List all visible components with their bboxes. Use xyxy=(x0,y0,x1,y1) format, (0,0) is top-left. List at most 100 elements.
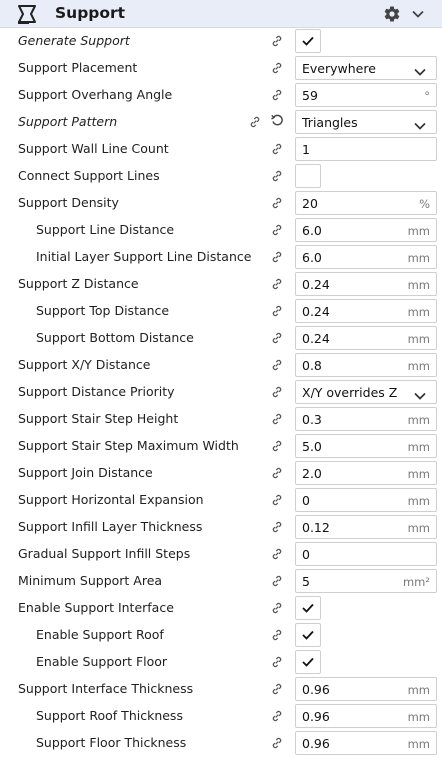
link-icon xyxy=(270,249,284,263)
support-section-header[interactable]: Support xyxy=(0,0,442,28)
setting-row-gradual-support-infill-steps: Gradual Support Infill Steps 0 xyxy=(0,540,442,567)
enable-support-floor-checkbox[interactable] xyxy=(295,650,321,674)
input-value: 0.96 xyxy=(302,736,330,751)
setting-row-support-top-distance: Support Top Distance 0.24 mm xyxy=(0,297,442,324)
setting-label: Support Placement xyxy=(18,60,138,75)
input-value: 1 xyxy=(302,142,310,157)
link-icon xyxy=(270,627,284,641)
minimum-support-area-input[interactable]: 5 mm² xyxy=(295,569,437,593)
setting-label: Minimum Support Area xyxy=(18,573,163,588)
support-category-icon xyxy=(18,5,36,24)
support-stair-step-height-input[interactable]: 0.3 mm xyxy=(295,407,437,431)
setting-row-support-floor-thickness: Support Floor Thickness 0.96 mm xyxy=(0,729,442,756)
input-value: 0.96 xyxy=(302,709,330,724)
setting-label: Enable Support Interface xyxy=(18,600,174,615)
section-title: Support xyxy=(55,4,126,22)
input-unit: mm xyxy=(407,494,430,508)
link-icon xyxy=(270,141,284,155)
setting-label: Support Line Distance xyxy=(36,222,175,237)
input-value: 0.24 xyxy=(302,331,330,346)
support-distance-priority-dropdown[interactable]: X/Y overrides Z xyxy=(295,380,437,404)
setting-row-enable-support-interface: Enable Support Interface xyxy=(0,594,442,621)
link-icon xyxy=(270,735,284,749)
setting-label: Support Wall Line Count xyxy=(18,141,169,156)
setting-label: Support Stair Step Height xyxy=(18,411,179,426)
input-unit: mm² xyxy=(402,575,430,589)
support-overhang-angle-input[interactable]: 59 ° xyxy=(295,83,437,107)
link-icon xyxy=(270,33,284,47)
setting-row-enable-support-floor: Enable Support Floor xyxy=(0,648,442,675)
input-unit: mm xyxy=(407,359,430,373)
input-unit: mm xyxy=(407,332,430,346)
support-z-distance-input[interactable]: 0.24 mm xyxy=(295,272,437,296)
input-unit: mm xyxy=(407,224,430,238)
input-unit: mm xyxy=(407,521,430,535)
gear-icon[interactable] xyxy=(383,5,401,23)
enable-support-roof-checkbox[interactable] xyxy=(295,623,321,647)
setting-row-support-interface-thickness: Support Interface Thickness 0.96 mm xyxy=(0,675,442,702)
link-icon xyxy=(270,384,284,398)
input-unit: mm xyxy=(407,278,430,292)
setting-label: Support Infill Layer Thickness xyxy=(18,519,203,534)
chevron-down-icon xyxy=(413,117,427,130)
support-horizontal-expansion-input[interactable]: 0 mm xyxy=(295,488,437,512)
settings-list: Generate Support Support Placement Everyw… xyxy=(0,27,442,756)
input-value: 5 xyxy=(302,574,310,589)
chevron-down-icon xyxy=(413,387,427,400)
setting-label: Support Top Distance xyxy=(36,303,170,318)
setting-row-generate-support: Generate Support xyxy=(0,27,442,54)
link-icon xyxy=(270,492,284,506)
input-value: 5.0 xyxy=(302,439,322,454)
input-value: 0.3 xyxy=(302,412,322,427)
setting-label: Support Bottom Distance xyxy=(36,330,194,345)
link-icon xyxy=(248,114,262,128)
link-icon xyxy=(270,546,284,560)
chevron-down-icon[interactable] xyxy=(410,6,426,22)
support-interface-thickness-input[interactable]: 0.96 mm xyxy=(295,677,437,701)
input-unit: mm xyxy=(407,710,430,724)
support-infill-layer-thickness-input[interactable]: 0.12 mm xyxy=(295,515,437,539)
support-join-distance-input[interactable]: 2.0 mm xyxy=(295,461,437,485)
support-density-input[interactable]: 20 % xyxy=(295,191,437,215)
setting-row-support-infill-layer-thickness: Support Infill Layer Thickness 0.12 mm xyxy=(0,513,442,540)
initial-layer-support-line-distance-input[interactable]: 6.0 mm xyxy=(295,245,437,269)
input-value: 0.12 xyxy=(302,520,330,535)
support-pattern-dropdown[interactable]: Triangles xyxy=(295,110,437,134)
support-line-distance-input[interactable]: 6.0 mm xyxy=(295,218,437,242)
setting-label: Enable Support Roof xyxy=(36,627,164,642)
link-icon xyxy=(270,330,284,344)
dropdown-value: X/Y overrides Z xyxy=(302,385,398,400)
link-icon xyxy=(270,465,284,479)
setting-row-minimum-support-area: Minimum Support Area 5 mm² xyxy=(0,567,442,594)
enable-support-interface-checkbox[interactable] xyxy=(295,596,321,620)
support-top-distance-input[interactable]: 0.24 mm xyxy=(295,299,437,323)
setting-label: Connect Support Lines xyxy=(18,168,160,183)
link-icon xyxy=(270,276,284,290)
gradual-support-infill-steps-input[interactable]: 0 xyxy=(295,542,437,566)
support-roof-thickness-input[interactable]: 0.96 mm xyxy=(295,704,437,728)
support-x-y-distance-input[interactable]: 0.8 mm xyxy=(295,353,437,377)
dropdown-value: Triangles xyxy=(302,115,358,130)
connect-support-lines-checkbox[interactable] xyxy=(295,164,321,188)
chevron-down-icon xyxy=(413,63,427,76)
support-bottom-distance-input[interactable]: 0.24 mm xyxy=(295,326,437,350)
support-placement-dropdown[interactable]: Everywhere xyxy=(295,56,437,80)
setting-label: Support Floor Thickness xyxy=(36,735,187,750)
setting-label: Support Density xyxy=(18,195,119,210)
input-value: 0.96 xyxy=(302,682,330,697)
setting-row-support-bottom-distance: Support Bottom Distance 0.24 mm xyxy=(0,324,442,351)
link-icon xyxy=(270,600,284,614)
link-icon xyxy=(270,168,284,182)
support-floor-thickness-input[interactable]: 0.96 mm xyxy=(295,731,437,755)
input-unit: % xyxy=(419,197,430,211)
setting-label: Support X/Y Distance xyxy=(18,357,151,372)
setting-row-support-x-y-distance: Support X/Y Distance 0.8 mm xyxy=(0,351,442,378)
support-wall-line-count-input[interactable]: 1 xyxy=(295,137,437,161)
setting-row-support-stair-step-maximum-width: Support Stair Step Maximum Width 5.0 mm xyxy=(0,432,442,459)
support-stair-step-maximum-width-input[interactable]: 5.0 mm xyxy=(295,434,437,458)
setting-label: Support Roof Thickness xyxy=(36,708,183,723)
reset-icon[interactable] xyxy=(270,113,285,128)
input-value: 0 xyxy=(302,493,310,508)
generate-support-checkbox[interactable] xyxy=(295,29,321,53)
link-icon xyxy=(270,438,284,452)
